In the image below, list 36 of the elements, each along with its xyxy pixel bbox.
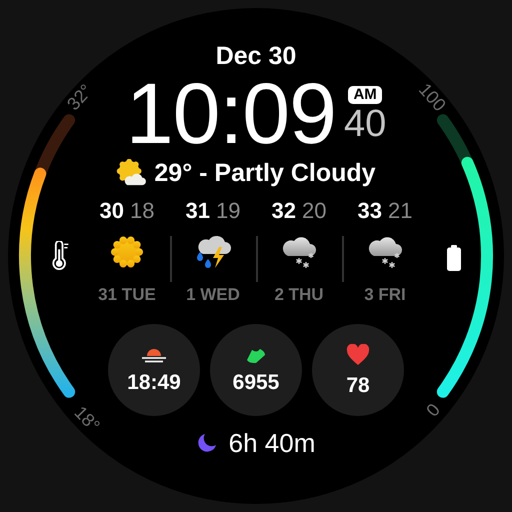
low-temperature: 19 [216, 198, 240, 224]
complication-value: 6955 [232, 371, 280, 395]
forecast-day: 3 FRI [364, 284, 406, 306]
forecast-day: 31 TUE [98, 284, 156, 306]
forecast-day: 1 WED [186, 284, 240, 306]
high-temperature: 30 [100, 198, 124, 224]
complication-background[interactable]: 6955 [210, 324, 302, 416]
complication-background[interactable]: 78 [312, 324, 404, 416]
moon-icon [196, 433, 217, 453]
high-temperature: 31 [186, 198, 210, 224]
thermometer-icon [50, 241, 70, 271]
gauge-min-label: 0 [422, 400, 444, 420]
sleep-duration: 6h 40m [228, 428, 316, 458]
sunset-icon [141, 347, 167, 363]
sun-icon [110, 235, 144, 269]
gauge-min-label: 18° [70, 402, 104, 436]
partly-cloudy-icon [116, 159, 146, 187]
am-pm-badge: AM [348, 86, 382, 104]
storm-cloud-icon [195, 234, 231, 270]
date-text: Dec 30 [216, 42, 296, 70]
low-temperature: 18 [130, 198, 154, 224]
complication-background[interactable]: 18:49 [108, 324, 200, 416]
gauge-max-label: 100 [414, 79, 450, 116]
forecast-day: 2 THU [274, 284, 324, 306]
low-temperature: 20 [302, 198, 326, 224]
high-temperature: 33 [358, 198, 382, 224]
high-temperature: 32 [272, 198, 296, 224]
heart-icon [346, 344, 370, 366]
gauge-max-label: 32° [63, 80, 96, 114]
complication-value: 18:49 [127, 371, 181, 395]
low-temperature: 21 [388, 198, 412, 224]
battery-icon [447, 245, 461, 271]
complication-value: 78 [346, 374, 370, 398]
time-text: 10:09 [126, 74, 336, 154]
seconds-text: 40 [344, 104, 386, 144]
current-weather-text: 29° - Partly Cloudy [154, 158, 376, 188]
